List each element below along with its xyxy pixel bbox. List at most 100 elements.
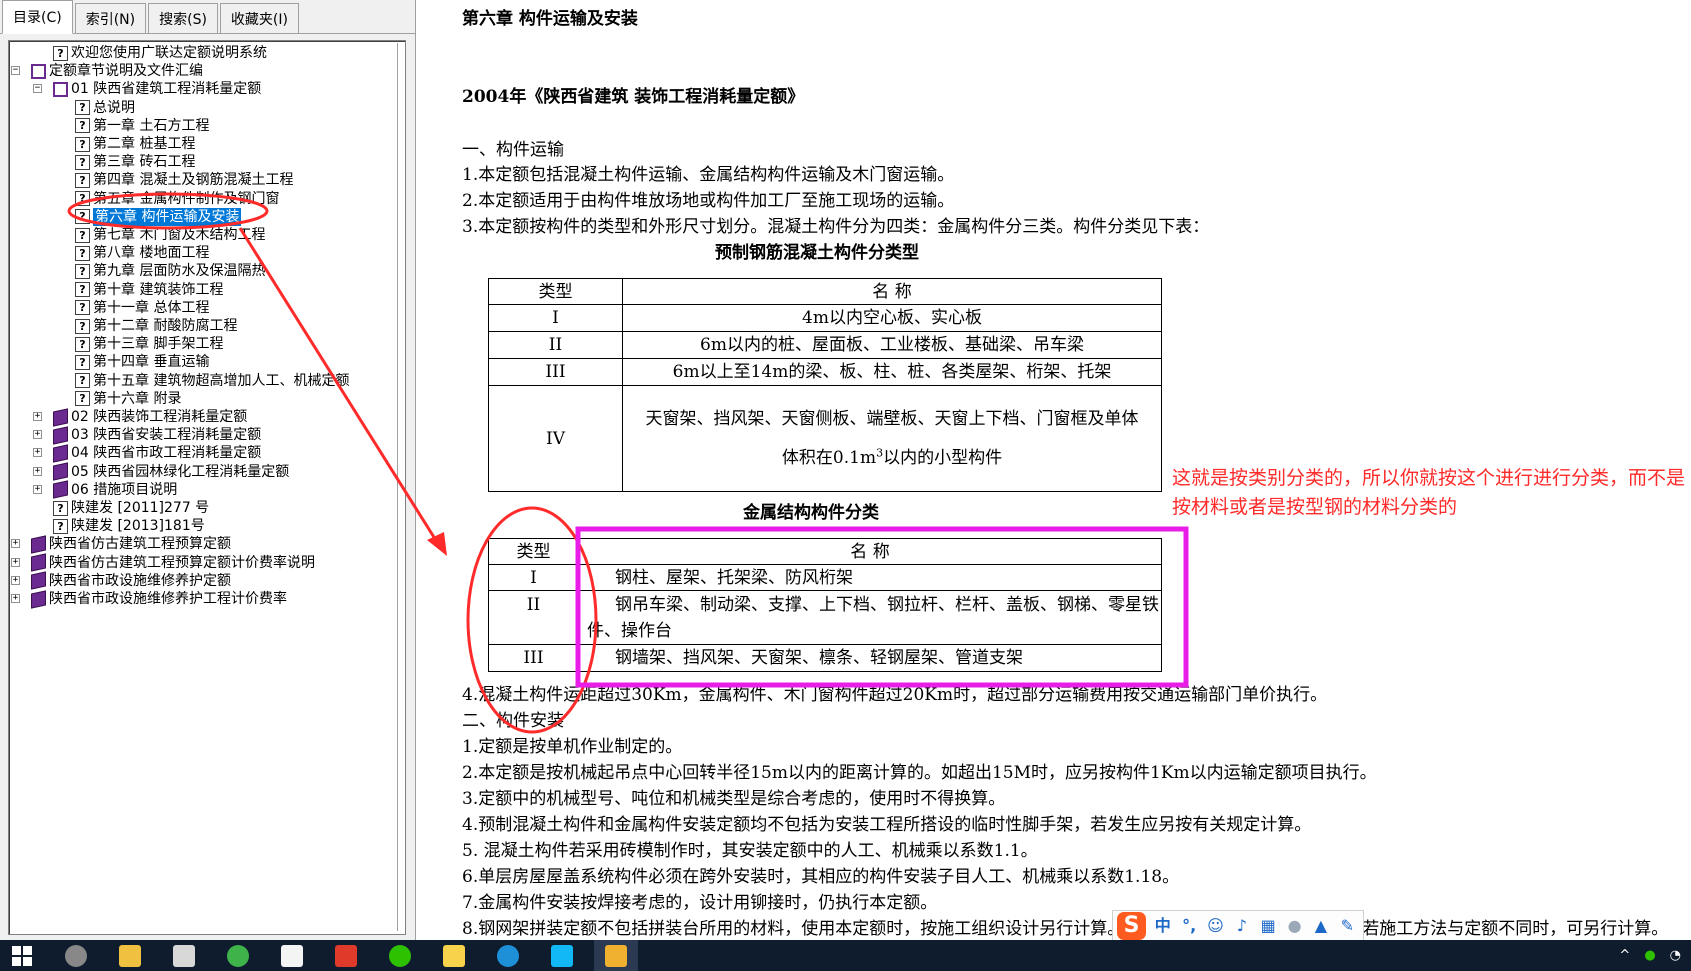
tree-expander[interactable]: + [33,466,42,476]
table-cell: 6m以上至14m的梁、板、柱、桩、各类屋架、桁架、托架 [622,358,1162,386]
tree-expander[interactable]: + [11,557,20,567]
tree-item[interactable]: ? 第二章 桩基工程 [75,135,195,153]
tree-expander[interactable]: + [11,575,20,585]
chapter-title: 第六章 构件运输及安装 [462,9,638,29]
help-app-icon[interactable] [594,940,638,971]
tree-expander[interactable]: − [11,66,20,76]
tab-favorites[interactable]: 收藏夹(I) [219,3,299,33]
tree-item[interactable]: ? 第八章 楼地面工程 [75,244,209,262]
windows-start-icon[interactable] [0,940,44,971]
tree-item[interactable]: 06 措施项目说明 [53,480,177,499]
ime-punctuation[interactable]: °, [1178,915,1199,937]
tree-item[interactable]: 陕西省仿古建筑工程预算定额计价费率说明 [31,553,315,572]
tree-item[interactable]: 陕西省市政设施维修养护定额 [31,571,231,590]
system-tray[interactable]: ^ ● ◔ [1605,940,1681,971]
tree-item[interactable]: ? 第十六章 附录 [75,390,181,408]
tree-item[interactable]: ? 第一章 土石方工程 [75,117,209,135]
tree-expander[interactable]: + [11,539,20,549]
tree-item[interactable]: ? 第九章 层面防水及保温隔热 [75,262,265,280]
section-heading: 二、构件安装 [462,711,564,731]
paragraph: 6.单层房屋屋盖系统构件必须在跨外安装时，其相应的构件安装子目人工、机械乘以系数… [462,867,1180,887]
tree-item[interactable]: ? 第六章 构件运输及安装 [75,207,242,226]
sogou-logo-icon[interactable]: S [1117,912,1147,940]
table-cell: I [488,564,579,591]
help-page-icon: ? [75,227,90,243]
tree-expander[interactable]: + [33,412,42,421]
book-icon [53,480,68,499]
tree-item[interactable]: ? 第十二章 耐酸防腐工程 [75,317,237,335]
tree-item[interactable]: ? 第七章 木门窗及木结构工程 [75,226,265,244]
help-page-icon: ? [75,373,90,389]
tree-item[interactable]: 04 陕西省市政工程消耗量定额 [53,444,261,463]
book-open-icon [31,63,46,79]
tree-item[interactable]: 定额章节说明及文件汇编 [31,62,203,80]
tree-expander[interactable]: + [33,448,42,458]
paragraph: 2.本定额是按机械起吊点中心回转半径15m以内的距离计算的。如超出15M时，应另… [462,763,1377,783]
ime-mode[interactable]: 中 [1152,915,1173,937]
tree-item-label: 陕西省市政设施维修养护定额 [49,572,231,589]
contents-tree[interactable]: ? 欢迎您使用广联达定额说明系统 − 定额章节说明及文件汇编 −01 陕西省建筑工程消耗… [8,40,406,935]
book-title: 2004年《陕西省建筑 装饰工程消耗量定额》 [462,87,805,107]
browser-icon[interactable] [216,940,260,971]
tree-item[interactable]: ? 第十一章 总体工程 [75,299,209,317]
table-cell: II [488,590,579,645]
tree-item[interactable]: ? 第四章 混凝土及钢筋混凝土工程 [75,171,293,189]
tree-item[interactable]: ? 第十四章 垂直运输 [75,353,209,371]
tree-item[interactable]: 05 陕西省园林绿化工程消耗量定额 [53,462,289,481]
table-cell: 钢墙架、挡风架、天窗架、檩条、轻钢屋架、管道支架 [578,644,1162,672]
paragraph: 7.金属构件安装按焊接考虑的，设计用铆接时，仍执行本定额。 [462,893,938,913]
edge-icon[interactable] [486,940,530,971]
help-page-icon: ? [53,45,68,61]
tab-search[interactable]: 搜索(S) [148,3,218,33]
tree-expander[interactable]: + [33,430,42,440]
user-icon[interactable]: ● [1284,915,1305,937]
tab-contents[interactable]: 目录(C) [2,0,73,34]
tree-item[interactable]: ? 陕建发 [2011]277 号 [53,499,209,517]
tree-item[interactable]: 陕西省仿古建筑工程预算定额 [31,535,231,554]
tree-item[interactable]: ? 总说明 [75,99,135,117]
mail-icon[interactable] [270,940,314,971]
tree-item-label: 第八章 楼地面工程 [93,245,210,262]
media-icon[interactable] [54,940,98,971]
tree-item[interactable]: ? 第十五章 建筑物超高增加人工、机械定额 [75,372,349,390]
skin-icon[interactable]: ▲ [1310,915,1331,937]
help-page-icon: ? [75,100,90,116]
tree-item[interactable]: ? 第五章 金属构件制作及钢门窗 [75,190,279,208]
keyboard-icon[interactable]: ▦ [1258,915,1279,937]
folder-icon[interactable] [108,940,152,971]
microphone-icon[interactable]: ♪ [1231,915,1252,937]
tree-item[interactable]: ? 陕建发 [2013]181号 [53,517,205,535]
tree-item[interactable]: ? 欢迎您使用广联达定额说明系统 [53,44,267,62]
store-icon[interactable] [162,940,206,971]
tray-app-icon[interactable]: ● [1644,948,1655,963]
ime-toolbar[interactable]: S 中 °, ☺ ♪ ▦ ● ▲ ✎ [1112,910,1364,942]
tree-item[interactable]: ? 第十章 建筑装饰工程 [75,281,223,299]
tab-index[interactable]: 索引(N) [74,3,147,33]
tree-item[interactable]: 陕西省市政设施维修养护工程计价费率 [31,589,287,609]
paragraph: 3.定额中的机械型号、吨位和机械类型是综合考虑的，使用时不得换算。 [462,789,1006,809]
tree-item-label: 欢迎您使用广联达定额说明系统 [71,45,267,61]
paragraph: 4.混凝土构件运距超过30Km，金属构件、木门窗构件超过20Km时，超过部分运输… [462,685,1328,705]
wechat-icon[interactable] [378,940,422,971]
tree-item-label: 03 陕西省安装工程消耗量定额 [71,427,262,444]
help-page-icon: ? [75,300,90,316]
tree-expander[interactable]: + [11,594,20,603]
tree-item-label: 第一章 土石方工程 [93,117,210,134]
tray-chevron-icon[interactable]: ^ [1619,948,1630,963]
tree-expander[interactable]: − [33,84,42,94]
tree-item[interactable]: ? 第十三章 脚手架工程 [75,335,223,353]
emoji-icon[interactable]: ☺ [1205,915,1226,937]
notes-icon[interactable] [432,940,476,971]
table-cell: 钢吊车梁、制动梁、支撑、上下档、钢拉杆、栏杆、盖板、钢梯、零星铁件、操作台 [578,590,1162,645]
tree-expander[interactable]: + [33,484,42,494]
tree-item-label: 第十二章 耐酸防腐工程 [93,318,238,334]
tree-item[interactable]: 01 陕西省建筑工程消耗量定额 [53,80,261,98]
tree-item[interactable]: 02 陕西装饰工程消耗量定额 [53,407,247,427]
qq-icon[interactable] [540,940,584,971]
tray-network-icon[interactable]: ◔ [1670,948,1681,963]
tree-item-label: 01 陕西省建筑工程消耗量定额 [71,81,262,98]
tools-icon[interactable]: ✎ [1337,915,1358,937]
tree-item[interactable]: ? 第三章 砖石工程 [75,153,195,171]
tree-item[interactable]: 03 陕西省安装工程消耗量定额 [53,426,262,445]
pdf-icon[interactable] [324,940,368,971]
